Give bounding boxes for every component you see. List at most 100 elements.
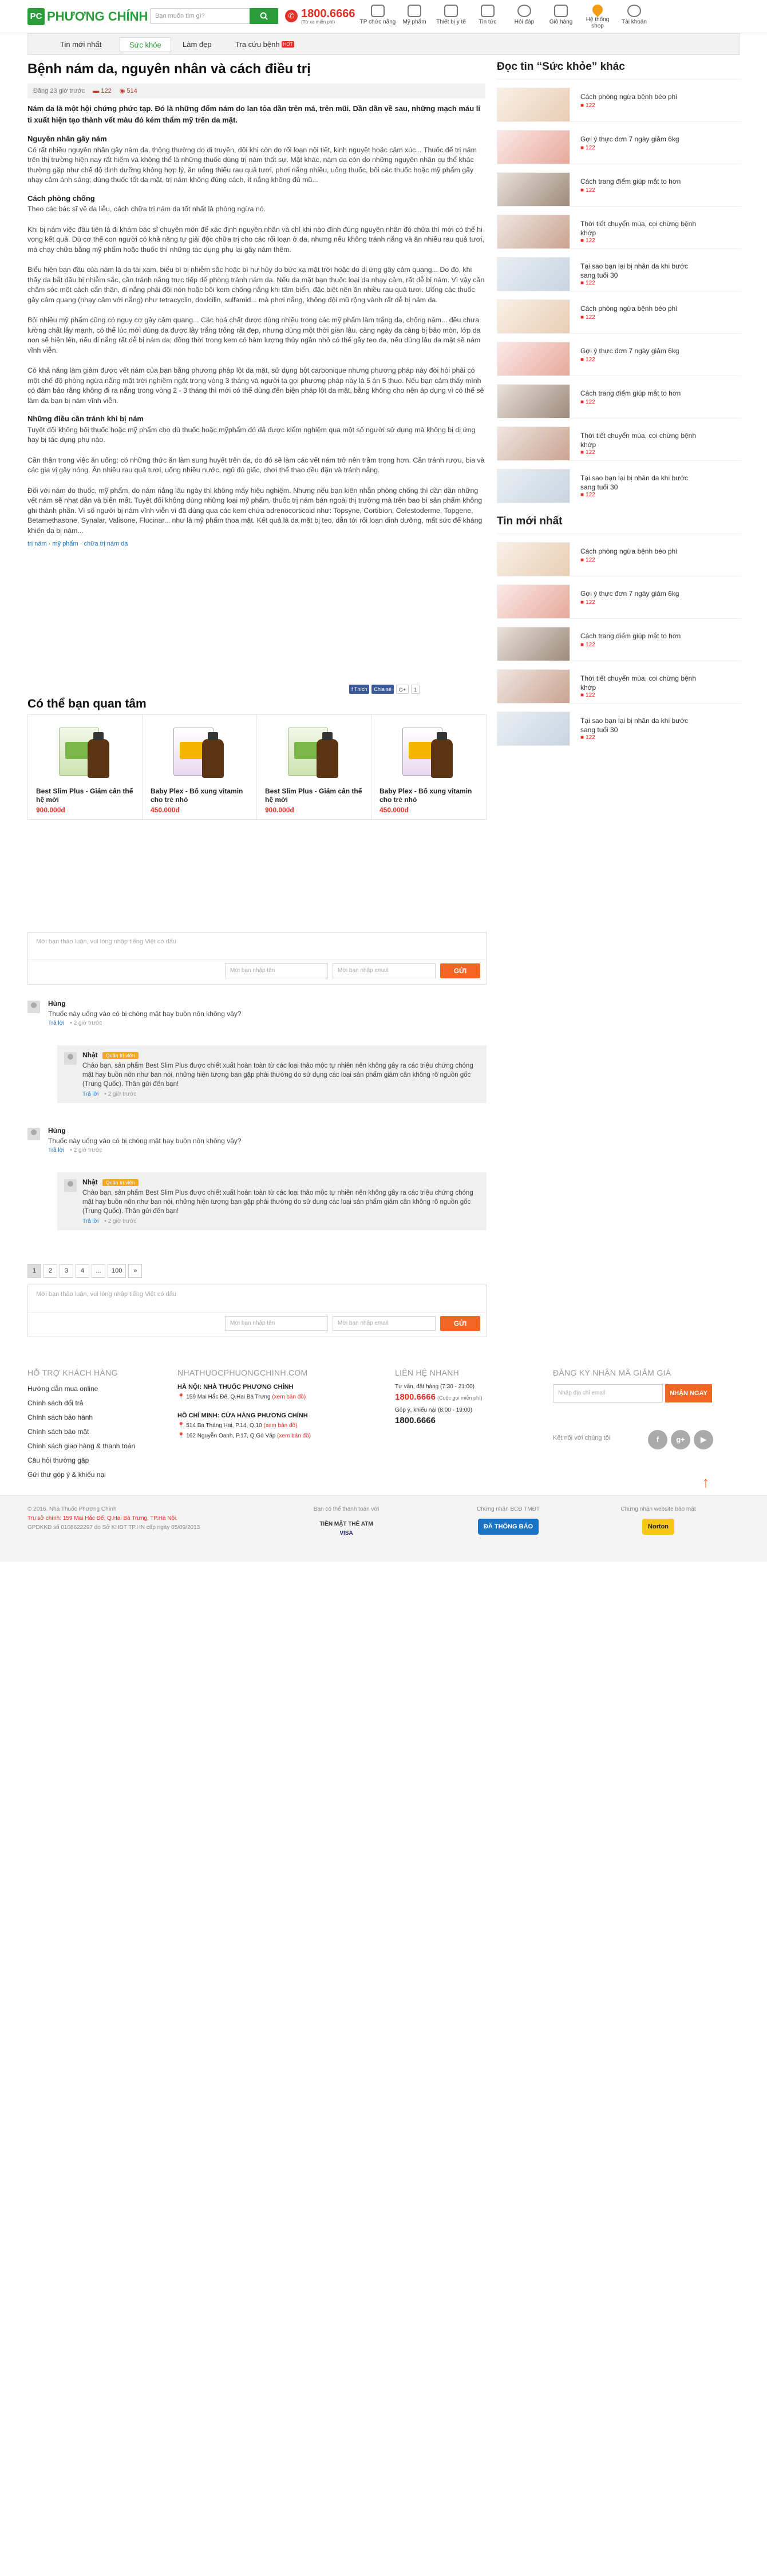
nav-account[interactable]: Tài khoản [616,3,653,31]
footer-link[interactable]: Chính sách bảo mật [27,1425,165,1439]
sidebar-article[interactable]: Cách phòng ngừa bệnh béo phì122 [497,534,741,576]
map-link[interactable]: (xem bản đồ) [272,1394,306,1400]
nav-qa[interactable]: Hỏi đáp [506,3,543,31]
article-link[interactable]: Gợi ý thực đơn 7 ngày giảm 6kg [580,346,701,355]
footer-link[interactable]: Chính sách bảo hành [27,1411,165,1425]
product-card[interactable]: Baby Plex - Bổ xung vitamin cho trẻ nhỏ 4… [143,715,257,819]
product-card[interactable]: Best Slim Plus - Giảm cân thể hệ mới 900.… [257,715,371,819]
sidebar-article[interactable]: Cách phòng ngừa bệnh béo phì122 [497,291,741,334]
sidebar-article[interactable]: Cách trang điểm giúp mắt to hơn122 [497,376,741,418]
tab-disease-lookup[interactable]: Tra cứu bệnh HOT [226,37,303,52]
tag-link[interactable]: chữa trị nám da [84,540,128,547]
norton-badge[interactable]: Norton [642,1519,675,1535]
sidebar-article[interactable]: Thời tiết chuyển mùa, coi chừng bệnh khớ… [497,206,741,249]
article-link[interactable]: Gợi ý thực đơn 7 ngày giảm 6kg [580,589,701,598]
nav-functional-food[interactable]: TP chức năng [359,3,396,31]
nav-cosmetics[interactable]: Mỹ phẩm [396,3,433,31]
footer-heading: NHATHUOCPHUONGCHINH.COM [177,1368,308,1377]
submit-comment-button[interactable]: GỬI [440,1316,480,1331]
reply-link[interactable]: Trả lời [48,1020,64,1026]
facebook-icon[interactable]: f [648,1430,667,1449]
map-link[interactable]: (xem bản đồ) [264,1423,298,1429]
hotline[interactable]: ✆ 1800.6666 (Từ xa miễn phí) [285,6,355,26]
email-input[interactable]: Mời bạn nhập email [333,963,436,978]
comment-count[interactable]: ▬ 122 [93,84,111,98]
sidebar-article[interactable]: Tại sao bạn lại bị nhăn da khi bước sang… [497,703,741,746]
complaint-phone[interactable]: 1800.6666 [395,1416,509,1425]
tag-link[interactable]: trị nám [27,540,47,547]
article-link[interactable]: Tại sao bạn lại bị nhăn da khi bước sang… [580,473,701,492]
youtube-icon[interactable]: ▶ [694,1430,713,1449]
subscribe-button[interactable]: NHẬN NGAY [665,1384,712,1402]
page-last[interactable]: 100 [108,1264,126,1278]
comment-textarea[interactable]: Mời bạn thảo luận, vui lòng nhập tiếng V… [28,1285,486,1313]
email-input[interactable]: Mời bạn nhập email [333,1316,436,1331]
share-button[interactable]: Chia sẻ [371,685,394,694]
article-link[interactable]: Cách phòng ngừa bệnh béo phì [580,304,701,313]
page-4[interactable]: 4 [76,1264,89,1278]
nav-news[interactable]: Tin tức [469,3,506,31]
site-logo[interactable]: PC PHƯƠNG CHÍNH [27,7,148,26]
sidebar-article[interactable]: Tại sao bạn lại bị nhăn da khi bước sang… [497,460,741,503]
sidebar-article[interactable]: Gợi ý thực đơn 7 ngày giảm 6kg122 [497,121,741,164]
reply-link[interactable]: Trả lời [82,1091,98,1097]
article-link[interactable]: Tại sao bạn lại bị nhăn da khi bước sang… [580,262,701,280]
sidebar-article[interactable]: Cách trang điểm giúp mắt to hơn122 [497,164,741,207]
avatar [64,1052,77,1065]
article-link[interactable]: Thời tiết chuyển mùa, coi chừng bệnh khớ… [580,219,701,238]
back-to-top-icon[interactable]: ↑ [698,1475,713,1490]
sidebar-article[interactable]: Cách trang điểm giúp mắt to hơn122 [497,618,741,661]
name-input[interactable]: Mời bạn nhập tên [225,963,328,978]
sidebar-article[interactable]: Gợi ý thực đơn 7 ngày giảm 6kg122 [497,576,741,619]
article-link[interactable]: Cách phòng ngừa bệnh béo phì [580,92,701,101]
footer-link[interactable]: Chính sách giao hàng & thanh toán [27,1439,165,1453]
submit-comment-button[interactable]: GỬI [440,963,480,978]
name-input[interactable]: Mời bạn nhập tên [225,1316,328,1331]
nav-store-locator[interactable]: Hệ thống shop [579,2,616,31]
tag-link[interactable]: mỹ phẩm [52,540,78,547]
footer-link[interactable]: Gửi thư góp ý & khiếu nại [27,1468,165,1482]
comment-count: 122 [580,280,595,286]
footer-link[interactable]: Hướng dẫn mua online [27,1382,165,1396]
article-link[interactable]: Cách trang điểm giúp mắt to hơn [580,631,701,641]
tab-health[interactable]: Sức khỏe [120,37,171,52]
moit-badge[interactable]: ĐÃ THÔNG BÁO [477,1519,539,1535]
sidebar-article[interactable]: Thời tiết chuyển mùa, coi chừng bệnh khớ… [497,661,741,704]
footer-link[interactable]: Câu hỏi thường gặp [27,1453,165,1468]
tab-beauty[interactable]: Làm đẹp [173,37,221,52]
footer-link[interactable]: Chính sách đổi trả [27,1396,165,1411]
facebook-like-button[interactable]: f Thích [349,685,370,694]
google-plus-icon[interactable]: g+ [671,1430,690,1449]
reply-link[interactable]: Trả lời [48,1147,64,1153]
paragraph: Theo các bác sĩ về da liễu, cách chữa tr… [27,205,266,213]
article-link[interactable]: Cách trang điểm giúp mắt to hơn [580,389,701,398]
contact-phone[interactable]: 1800.6666 (Cuộc gọi miễn phí) [395,1392,509,1402]
article-link[interactable]: Thời tiết chuyển mùa, coi chừng bệnh khớ… [580,431,701,449]
product-card[interactable]: Best Slim Plus - Giảm cân thể hệ mới 900.… [28,715,143,819]
map-link[interactable]: (xem bản đồ) [277,1433,311,1439]
article-link[interactable]: Gợi ý thực đơn 7 ngày giảm 6kg [580,135,701,144]
sidebar-article[interactable]: Gợi ý thực đơn 7 ngày giảm 6kg122 [497,333,741,376]
comment-count: 122 [580,145,595,151]
reply-link[interactable]: Trả lời [82,1218,98,1224]
page-next[interactable]: » [128,1264,143,1278]
tab-latest[interactable]: Tin mới nhất [51,37,110,52]
subscribe-email-input[interactable]: Nhập địa chỉ email [553,1384,663,1402]
sidebar-article[interactable]: Thời tiết chuyển mùa, coi chừng bệnh khớ… [497,418,741,461]
comment-textarea[interactable]: Mời bạn thảo luận, vui lòng nhập tiếng V… [28,933,486,960]
google-plus-button[interactable]: G+ [396,685,409,694]
nav-cart[interactable]: Giỏ hàng [543,3,579,31]
business-license: GPDKKD số 0108622297 do Sở KHĐT TP.HN cấ… [27,1524,200,1531]
article-link[interactable]: Thời tiết chuyển mùa, coi chừng bệnh khớ… [580,674,701,692]
page-1[interactable]: 1 [27,1264,41,1278]
page-3[interactable]: 3 [60,1264,73,1278]
sidebar-article[interactable]: Cách phòng ngừa bệnh béo phì122 [497,79,741,122]
sidebar-article[interactable]: Tại sao bạn lại bị nhăn da khi bước sang… [497,248,741,291]
article-link[interactable]: Cách trang điểm giúp mắt to hơn [580,177,701,186]
product-card[interactable]: Baby Plex - Bổ xung vitamin cho trẻ nhỏ 4… [371,715,486,819]
page-2[interactable]: 2 [44,1264,57,1278]
article-link[interactable]: Cách phòng ngừa bệnh béo phì [580,547,701,556]
nav-medical-devices[interactable]: Thiết bị y tế [433,3,469,31]
search-button[interactable] [250,8,278,24]
article-link[interactable]: Tại sao bạn lại bị nhăn da khi bước sang… [580,716,701,734]
